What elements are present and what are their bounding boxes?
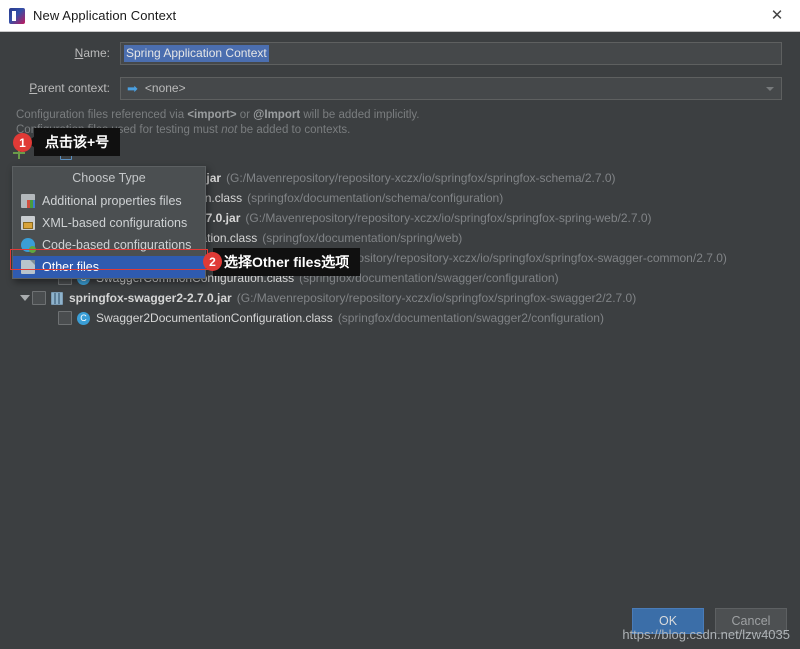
row-checkbox[interactable] — [58, 311, 72, 325]
tree-row-path: (G:/Mavenrepository/repository-xczx/io/s… — [226, 171, 616, 185]
jar-icon — [51, 291, 63, 305]
popup-item-label: Additional properties files — [42, 194, 182, 208]
tree-row-path: (G:/Mavenrepository/repository-xczx/io/s… — [245, 211, 652, 225]
annotation-badge-2: 2 — [203, 252, 222, 271]
annotation-callout-1: 点击该+号 — [27, 128, 121, 156]
class-icon: C — [77, 311, 90, 325]
window-title: New Application Context — [33, 8, 177, 23]
annotation-callout-2: 选择Other files选项 — [213, 248, 361, 276]
title-bar: New Application Context ✕ — [0, 0, 800, 32]
highlight-box-other-files — [10, 249, 208, 270]
tree-row-path: (springfox/documentation/schema/configur… — [247, 191, 504, 205]
chevron-down-icon[interactable] — [18, 291, 32, 305]
watermark: https://blog.csdn.net/lzw4035 — [622, 627, 790, 642]
twisty-placeholder — [18, 311, 32, 325]
tree-row-name: Swagger2DocumentationConfiguration.class — [96, 311, 333, 325]
popup-item-label: XML-based configurations — [42, 216, 188, 230]
parent-context-combobox[interactable]: ➡ <none> — [120, 76, 782, 100]
annotation-badge-1: 1 — [13, 133, 32, 152]
tree-row[interactable]: springfox-swagger2-2.7.0.jar (G:/Mavenrep… — [12, 288, 788, 308]
popup-item-additional-properties-files[interactable]: Additional properties files — [13, 190, 205, 212]
tree-row-path: (springfox/documentation/swagger2/config… — [337, 311, 604, 325]
name-row: Name: Spring Application Context — [0, 41, 800, 65]
name-input[interactable]: Spring Application Context — [120, 41, 782, 65]
name-label: Name: — [74, 46, 110, 60]
intellij-idea-icon — [9, 7, 25, 24]
tree-row-path: (springfox/documentation/spring/web) — [262, 231, 463, 245]
new-application-context-dialog: New Application Context ✕ Name: Spring A… — [0, 0, 800, 649]
tree-toolbar — [12, 141, 788, 164]
tree-row-path: (G:/Mavenrepository/repository-xczx/io/s… — [236, 291, 637, 305]
popup-item-xml-based-configurations[interactable]: XML-based configurations — [13, 212, 205, 234]
annotation-callout-1-text: 点击该+号 — [45, 134, 110, 150]
properties-file-icon — [21, 194, 35, 208]
close-icon[interactable]: ✕ — [754, 0, 800, 30]
tree-row[interactable]: C Swagger2DocumentationConfiguration.clas… — [12, 308, 788, 328]
tree-row-name: springfox-swagger2-2.7.0.jar — [69, 291, 232, 305]
popup-title: Choose Type — [72, 171, 146, 185]
xml-file-icon — [21, 216, 35, 230]
parent-context-value: <none> — [144, 81, 186, 95]
hint-line-1: Configuration files referenced via <impo… — [16, 109, 420, 121]
parent-context-row: Parent context: ➡ <none> — [0, 76, 800, 100]
parent-context-label: Parent context: — [29, 81, 110, 95]
annotation-callout-2-text: 选择Other files选项 — [224, 254, 350, 270]
name-input-value: Spring Application Context — [124, 44, 269, 62]
row-checkbox[interactable] — [32, 291, 46, 305]
arrow-right-icon: ➡ — [127, 80, 138, 96]
chevron-down-icon[interactable] — [766, 86, 774, 91]
